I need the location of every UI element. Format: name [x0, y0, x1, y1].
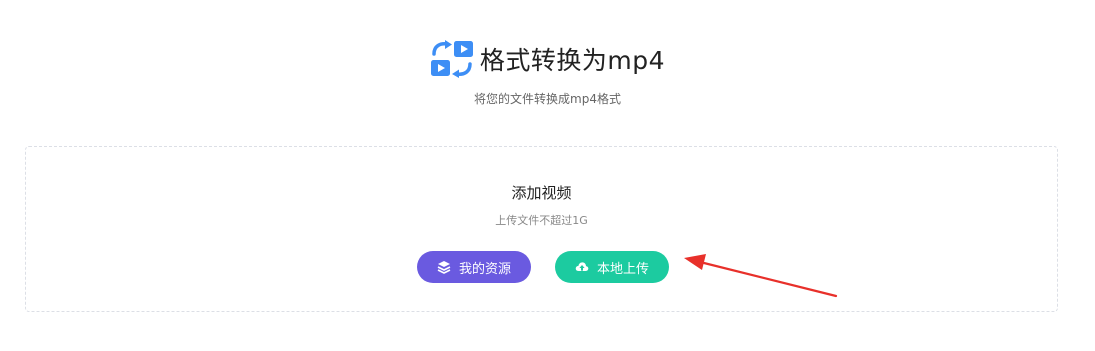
local-upload-label: 本地上传	[596, 261, 649, 277]
dropzone-title: 添加视频	[511, 184, 572, 202]
my-resources-button[interactable]: 我的资源	[417, 251, 531, 283]
upload-dropzone[interactable]: 添加视频 上传文件不超过1G 我的资源 本地上传	[25, 146, 1058, 312]
page-title: 格式转换为mp4	[479, 46, 666, 75]
local-upload-button[interactable]: 本地上传	[555, 251, 669, 283]
layers-icon	[437, 261, 451, 274]
convert-page: 格式转换为mp4 将您的文件转换成mp4格式 添加视频 上传文件不超过1G 我的…	[0, 0, 1095, 351]
video-convert-icon	[430, 40, 473, 78]
size-limit-note: 上传文件不超过1G	[495, 214, 588, 227]
my-resources-label: 我的资源	[458, 261, 511, 277]
page-subtitle: 将您的文件转换成mp4格式	[474, 92, 621, 106]
page-header: 格式转换为mp4	[0, 40, 1095, 78]
cloud-upload-icon	[575, 262, 589, 271]
